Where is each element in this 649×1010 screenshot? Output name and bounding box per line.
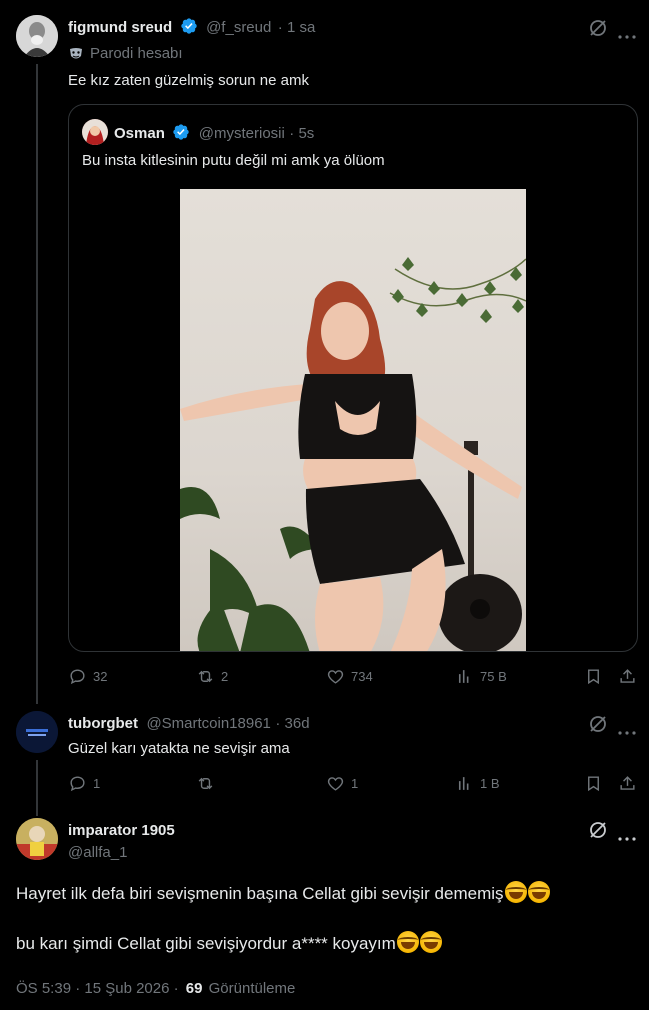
grok-icon[interactable] [588,820,608,845]
repost-icon [198,777,213,790]
avatar[interactable] [16,711,58,753]
quote-text: Bu insta kitlesinin putu değil mi amk ya… [82,152,385,169]
like-button[interactable]: 734 [326,667,373,686]
views-count: 1 B [480,776,500,791]
verified-icon [173,124,189,140]
handle[interactable]: @allfa_1 [68,844,127,861]
timestamp: · 5s [289,125,315,142]
tweet-text: Güzel karı yatakta ne sevişir ama [68,740,290,757]
post-timestamp[interactable]: ÖS 5:39 · 15 Şub 2026 · [16,980,179,997]
reply-count: 32 [93,669,108,684]
quote-header: Osman @mysteriosii · 5s [114,123,314,143]
views-button[interactable]: 1 B [455,774,500,793]
timestamp[interactable]: · 1 sa [278,19,316,36]
views-count: 75 B [480,669,507,684]
avatar [82,119,108,145]
grok-icon[interactable] [588,18,608,43]
tweet-text-line1: Hayret ilk defa biri sevişmenin başına C… [16,884,504,903]
handle[interactable]: @Smartcoin18961 [146,715,270,732]
parody-badge: Parodi hesabı [68,45,183,62]
like-count: 1 [351,776,359,791]
tweet-body: Hayret ilk defa biri sevişmenin başına C… [16,881,636,956]
handle: @mysteriosii [198,125,285,142]
grok-icon[interactable] [588,714,608,739]
like-count: 734 [351,669,373,684]
heart-icon [327,670,344,684]
more-icon[interactable] [618,828,636,846]
laughing-emoji-icon [504,881,527,903]
parody-label: Parodi hesabı [90,45,183,62]
heart-icon [327,777,344,791]
tweet-header: tuborgbet @Smartcoin18961 · 36d [68,715,310,733]
display-name: Osman [114,125,165,142]
display-name[interactable]: tuborgbet [68,715,138,732]
timestamp[interactable]: · 36d [275,715,309,732]
tweet-header: figmund sreud @f_sreud · 1 sa [68,17,315,37]
views-count: 69 [185,980,203,997]
display-name[interactable]: figmund sreud [68,19,172,36]
handle[interactable]: @f_sreud [206,19,271,36]
thread-line [36,760,38,816]
share-button[interactable] [618,774,637,793]
more-icon[interactable] [618,26,636,44]
share-icon [620,669,635,683]
mask-icon [68,46,84,62]
quote-media-image[interactable] [180,189,526,651]
more-icon[interactable] [618,722,636,740]
reply-button[interactable]: 1 [68,774,100,793]
avatar[interactable] [16,15,58,57]
share-button[interactable] [618,667,637,686]
reply-button[interactable]: 32 [68,667,107,686]
reply-count: 1 [93,776,101,791]
bookmark-button[interactable] [584,774,603,793]
bookmark-icon [588,669,599,685]
repost-button[interactable]: 2 [196,667,228,686]
laughing-emoji-icon [419,931,442,953]
laughing-emoji-icon [396,931,419,953]
repost-count: 2 [221,669,229,684]
thread-line [36,64,38,704]
reply-icon [70,776,85,792]
tweet-line: bu karı şimdi Cellat gibi sevişiyordur a… [16,931,636,956]
quote-card[interactable]: Osman @mysteriosii · 5s Bu insta kitlesi… [68,104,638,652]
tweet-line: Hayret ilk defa biri sevişmenin başına C… [16,881,636,906]
bookmark-icon [588,776,599,792]
reply-icon [70,669,85,685]
views-icon [458,777,469,790]
like-button[interactable]: 1 [326,774,358,793]
display-name[interactable]: imparator 1905 [68,822,175,839]
tweet-meta: ÖS 5:39 · 15 Şub 2026 · 69 Görüntüleme [16,980,295,997]
views-label: Görüntüleme [208,980,296,997]
tweet-text: Ee kız zaten güzelmiş sorun ne amk [68,72,309,89]
views-button[interactable]: 75 B [455,667,507,686]
avatar[interactable] [16,818,58,860]
laughing-emoji-icon [527,881,550,903]
repost-button[interactable] [196,774,221,793]
views-icon [458,670,469,683]
verified-icon [180,18,197,34]
repost-icon [198,670,213,683]
tweet-text-line2: bu karı şimdi Cellat gibi sevişiyordur a… [16,934,396,953]
share-icon [620,776,635,790]
bookmark-button[interactable] [584,667,603,686]
